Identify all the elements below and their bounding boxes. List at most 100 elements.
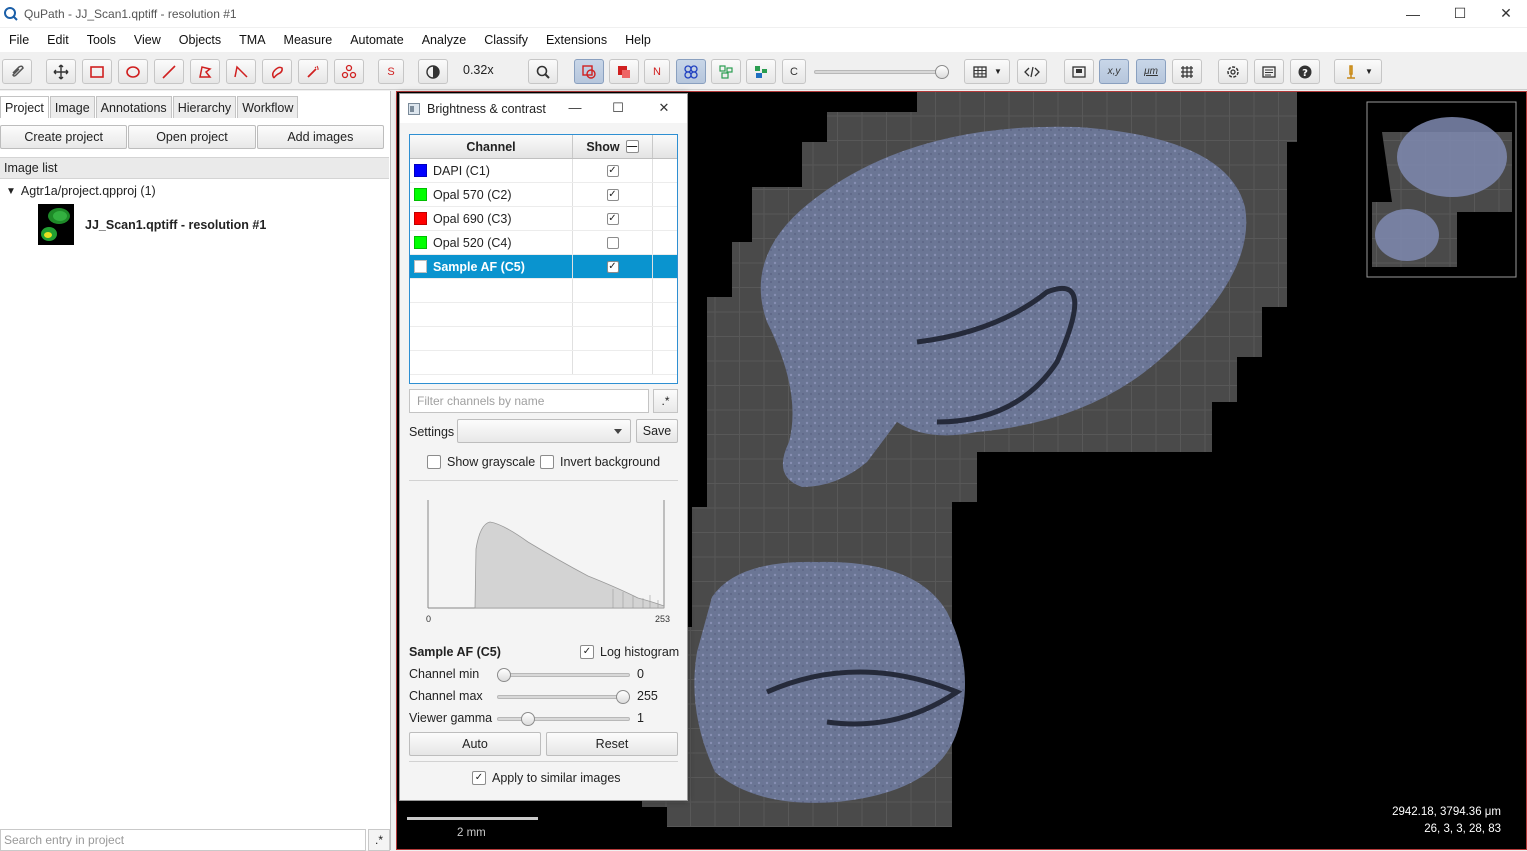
apply-similar-box[interactable]: ✓ (472, 771, 486, 785)
channel-row[interactable]: Opal 520 (C4) (410, 231, 677, 255)
menu-analyze[interactable]: Analyze (413, 33, 475, 47)
menu-objects[interactable]: Objects (170, 33, 230, 47)
invert-background-checkbox[interactable]: Invert background (540, 455, 660, 469)
reset-button[interactable]: Reset (546, 732, 678, 756)
dialog-close-icon[interactable]: ✕ (654, 100, 674, 116)
line-tool-button[interactable] (154, 59, 184, 84)
selection-mode-s-button[interactable]: S (378, 59, 404, 84)
menu-extensions[interactable]: Extensions (537, 33, 616, 47)
menu-measure[interactable]: Measure (275, 33, 342, 47)
regex-toggle-button[interactable]: .* (368, 829, 390, 851)
menu-edit[interactable]: Edit (38, 33, 78, 47)
menu-automate[interactable]: Automate (341, 33, 413, 47)
channel-color-swatch[interactable] (414, 236, 427, 249)
show-overview-button[interactable] (1064, 59, 1094, 84)
channel-column-header[interactable]: Channel (410, 135, 573, 158)
ellipse-tool-button[interactable] (118, 59, 148, 84)
save-settings-button[interactable]: Save (636, 419, 678, 443)
menu-help[interactable]: Help (616, 33, 660, 47)
show-grayscale-checkbox[interactable]: Show grayscale (427, 455, 535, 469)
channel-row[interactable]: Opal 570 (C2) ✓ (410, 183, 677, 207)
brightness-contrast-button[interactable] (418, 59, 448, 84)
menu-view[interactable]: View (125, 33, 170, 47)
channel-show-checkbox[interactable]: ✓ (606, 164, 619, 177)
opacity-slider[interactable] (814, 65, 950, 79)
fill-detections-button[interactable] (746, 59, 776, 84)
menu-file[interactable]: File (0, 33, 38, 47)
show-grid-button[interactable] (1172, 59, 1202, 84)
dialog-minimize-icon[interactable]: — (565, 100, 585, 116)
channel-color-swatch[interactable] (414, 188, 427, 201)
channel-color-swatch[interactable] (414, 212, 427, 225)
filter-channels-input[interactable]: Filter channels by name (409, 389, 649, 413)
selection-mode-button[interactable] (2, 59, 32, 84)
extensions-button[interactable]: ▼ (1334, 59, 1382, 84)
channel-color-swatch[interactable] (414, 260, 427, 273)
tab-hierarchy[interactable]: Hierarchy (172, 96, 237, 118)
show-annotations-button[interactable] (574, 59, 604, 84)
tab-project[interactable]: Project (0, 96, 49, 118)
tab-workflow[interactable]: Workflow (237, 96, 299, 118)
channel-row[interactable]: Opal 690 (C3) ✓ (410, 207, 677, 231)
viewer-gamma-knob[interactable] (520, 712, 535, 726)
tab-annotations[interactable]: Annotations (95, 96, 172, 118)
auto-button[interactable]: Auto (409, 732, 541, 756)
polygon-tool-button[interactable] (190, 59, 220, 84)
log-histogram-checkbox[interactable]: ✓ Log histogram (580, 645, 679, 659)
show-all-toggle[interactable]: — (625, 140, 639, 153)
opacity-slider-knob[interactable] (935, 65, 949, 79)
channel-max-slider[interactable] (497, 690, 630, 704)
show-tma-grid-button[interactable] (676, 59, 706, 84)
channel-show-checkbox[interactable]: ✓ (606, 188, 619, 201)
show-pixel-classification-button[interactable]: C (782, 59, 806, 84)
tab-image[interactable]: Image (49, 96, 95, 118)
show-column-header[interactable]: Show — (573, 135, 653, 158)
settings-dropdown[interactable] (457, 419, 631, 443)
show-grayscale-box[interactable] (427, 455, 441, 469)
points-tool-button[interactable] (334, 59, 364, 84)
channel-row[interactable]: DAPI (C1) ✓ (410, 159, 677, 183)
channel-color-swatch[interactable] (414, 164, 427, 177)
invert-background-box[interactable] (540, 455, 554, 469)
script-editor-button[interactable] (1017, 59, 1047, 84)
channel-show-checkbox[interactable]: ✓ (606, 212, 619, 225)
add-images-button[interactable]: Add images (256, 125, 384, 149)
show-location-button[interactable]: x,y (1099, 59, 1129, 84)
triangle-down-icon[interactable]: ▼ (6, 186, 16, 197)
project-search-input[interactable]: Search entry in project (0, 829, 366, 851)
channel-max-knob[interactable] (616, 690, 630, 704)
close-icon[interactable]: ✕ (1483, 0, 1527, 27)
fill-annotations-button[interactable] (609, 59, 639, 84)
rectangle-tool-button[interactable] (82, 59, 112, 84)
zoom-to-fit-button[interactable] (528, 59, 558, 84)
image-entry[interactable]: JJ_Scan1.qptiff - resolution #1 (38, 204, 266, 245)
channel-show-checkbox[interactable]: ✓ (606, 260, 619, 273)
minimize-icon[interactable]: — (1390, 0, 1436, 27)
log-histogram-box[interactable]: ✓ (580, 645, 594, 659)
channel-min-slider[interactable] (497, 668, 630, 682)
polyline-tool-button[interactable] (226, 59, 256, 84)
channel-row[interactable]: Sample AF (C5) ✓ (410, 255, 677, 279)
show-scalebar-button[interactable]: μm (1136, 59, 1166, 84)
filter-regex-button[interactable]: .* (653, 389, 678, 413)
show-names-button[interactable]: N (644, 59, 670, 84)
channel-show-checkbox[interactable] (606, 236, 619, 249)
show-detections-button[interactable] (711, 59, 741, 84)
log-button[interactable] (1254, 59, 1284, 84)
viewer-gamma-slider[interactable] (497, 712, 630, 726)
project-tree-root[interactable]: ▼ Agtr1a/project.qpproj (1) (6, 184, 156, 198)
channel-min-knob[interactable] (497, 668, 511, 682)
menu-classify[interactable]: Classify (475, 33, 537, 47)
menu-tma[interactable]: TMA (230, 33, 274, 47)
menu-tools[interactable]: Tools (78, 33, 125, 47)
apply-similar-checkbox[interactable]: ✓ Apply to similar images (472, 771, 621, 785)
move-tool-button[interactable] (46, 59, 76, 84)
maximize-icon[interactable]: ☐ (1437, 0, 1483, 27)
open-project-button[interactable]: Open project (128, 125, 256, 149)
wand-tool-button[interactable] (298, 59, 328, 84)
dialog-maximize-icon[interactable]: ☐ (608, 100, 628, 116)
help-button[interactable]: ? (1290, 59, 1320, 84)
brush-tool-button[interactable] (262, 59, 292, 84)
measurement-table-button[interactable]: ▼ (964, 59, 1010, 84)
create-project-button[interactable]: Create project (0, 125, 128, 149)
